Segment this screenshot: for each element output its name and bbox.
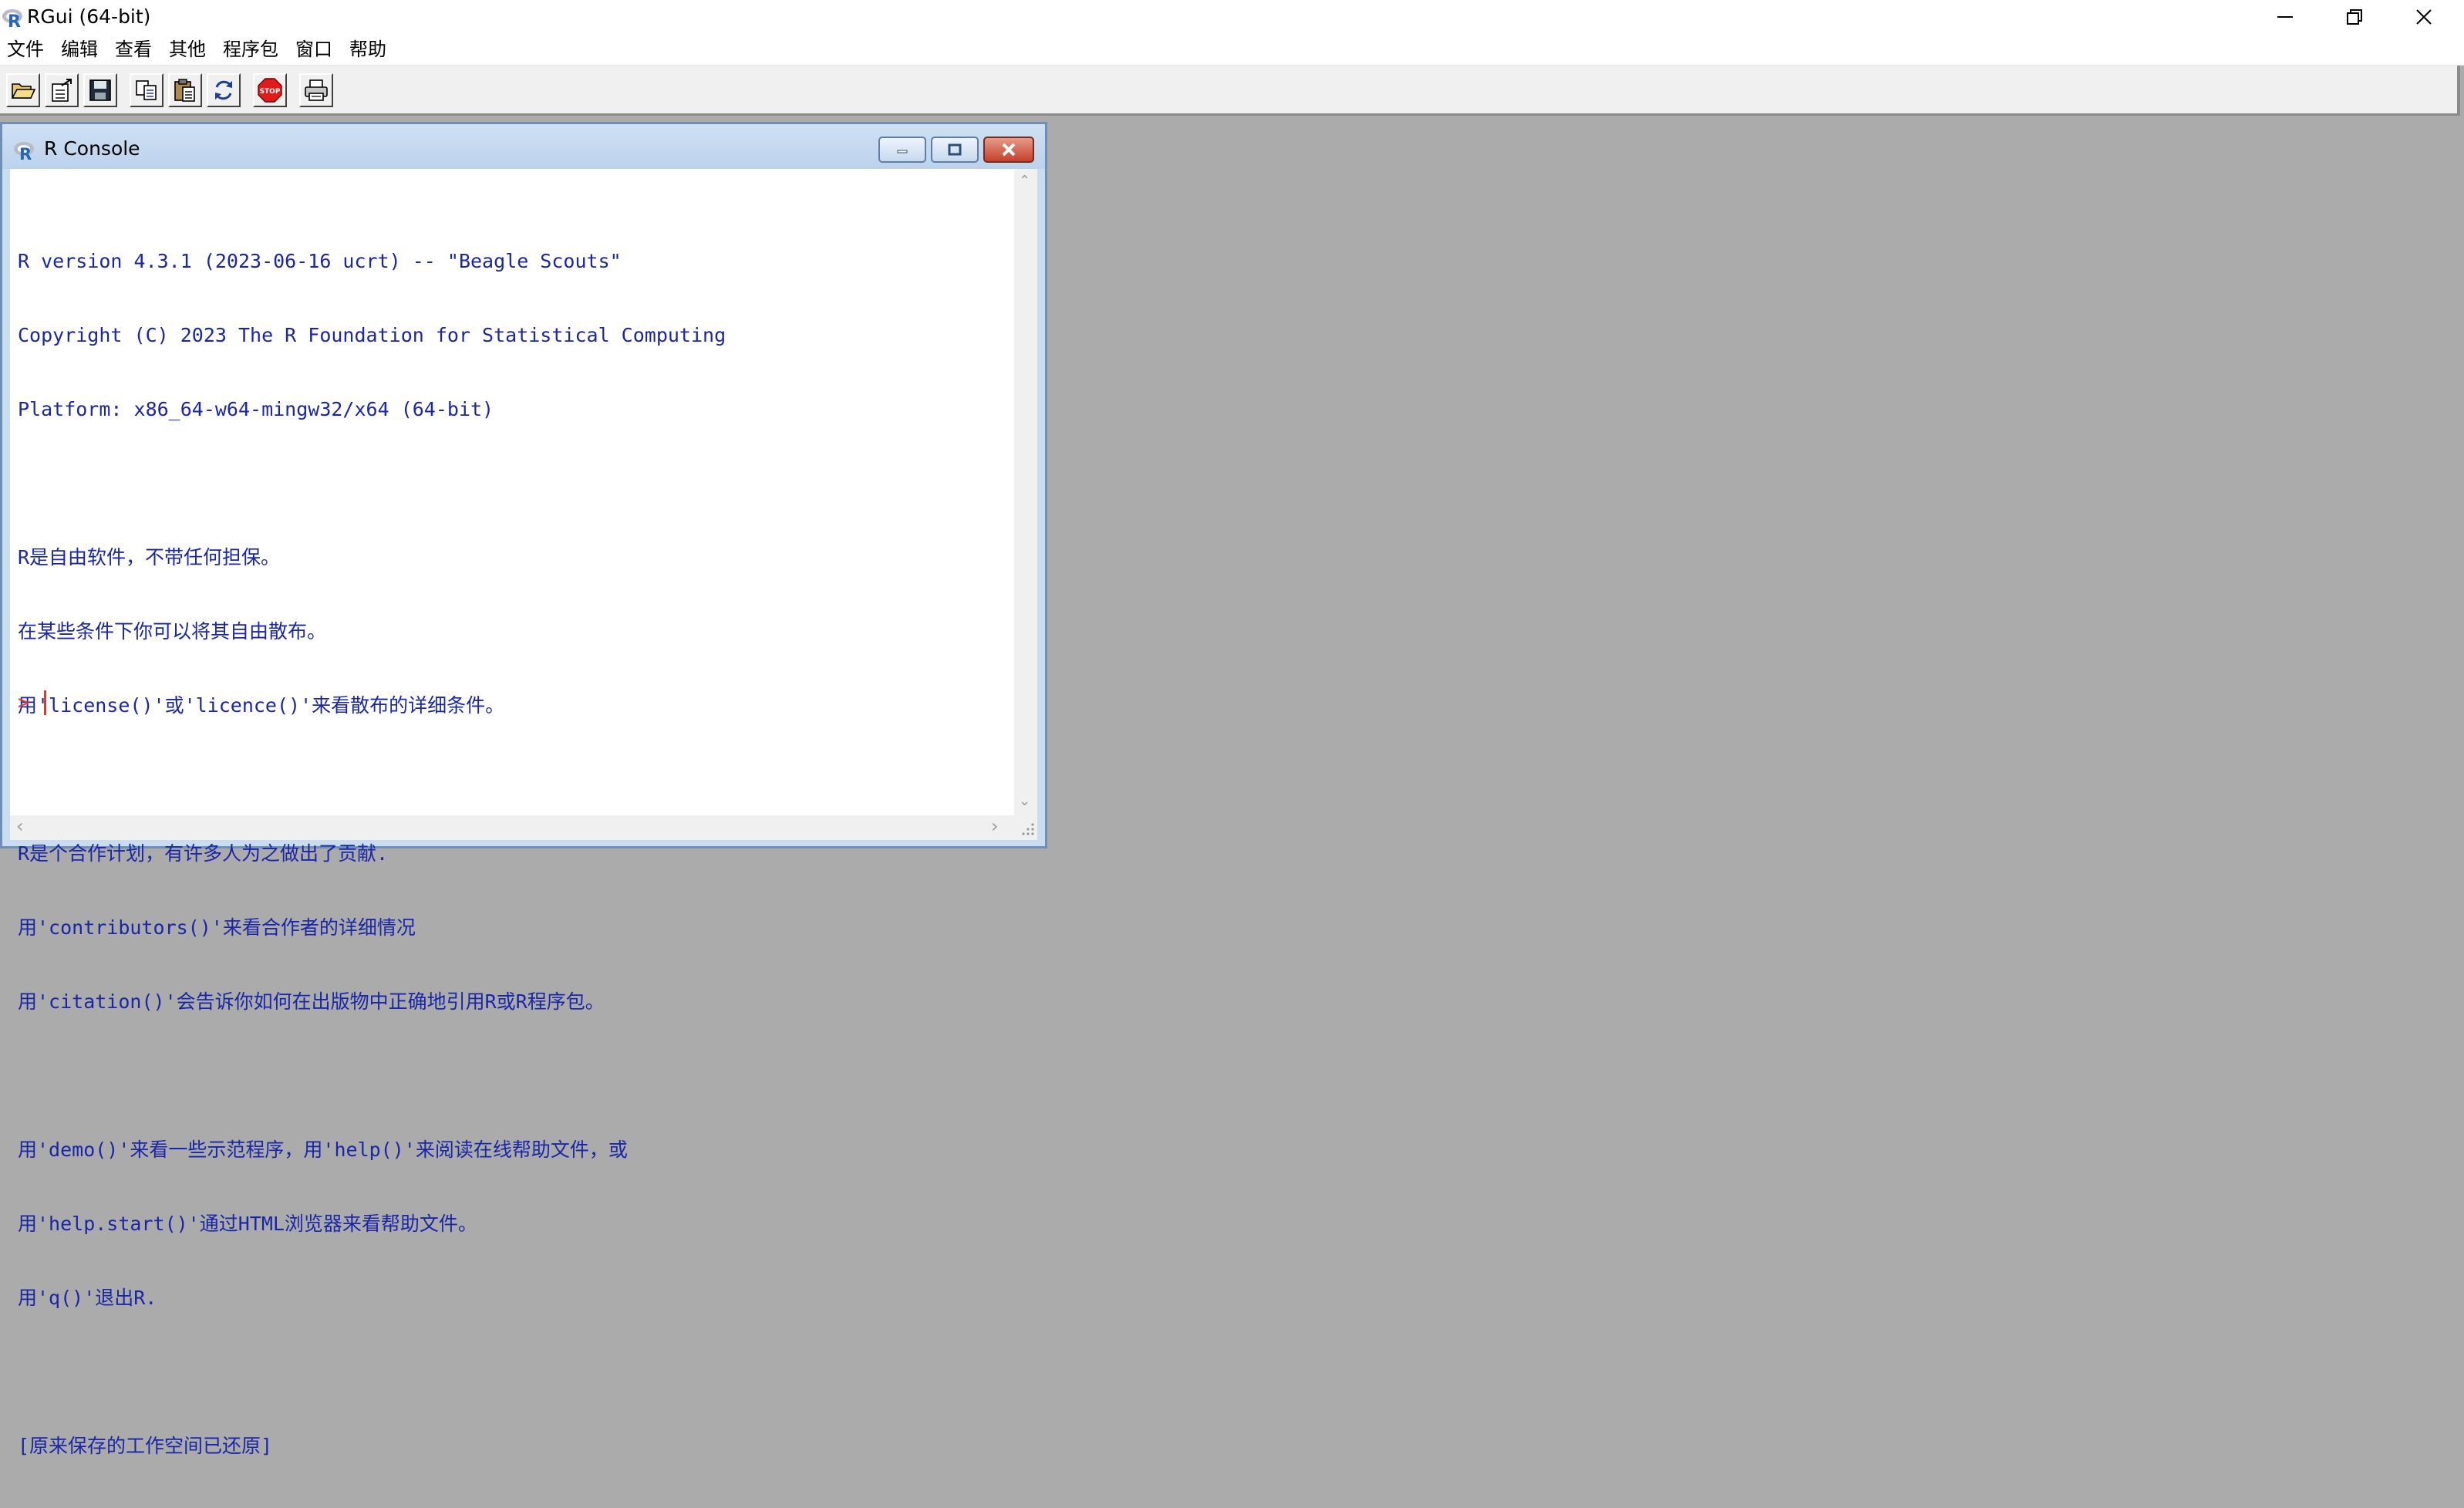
console-titlebar[interactable]: R R Console <box>2 124 1045 169</box>
save-icon <box>89 79 111 101</box>
close-button[interactable] <box>2389 0 2459 34</box>
r-console-window: R R Console R version 4.3.1 (2023-06-16 … <box>0 122 1047 1457</box>
printer-icon <box>305 79 328 101</box>
refresh-icon <box>215 80 232 100</box>
console-restore-button[interactable] <box>931 137 979 163</box>
scroll-up-icon[interactable]: ⌃ <box>1019 174 1030 189</box>
console-line: Platform: x86_64-w64-mingw32/x64 (64-bit… <box>18 398 494 420</box>
restore-icon <box>948 143 962 156</box>
menu-misc[interactable]: 其他 <box>160 34 214 65</box>
minimize-icon <box>897 150 908 153</box>
close-icon <box>1002 143 1016 157</box>
r-logo-icon: R <box>14 142 34 161</box>
minimize-button[interactable] <box>2250 0 2320 34</box>
menu-view[interactable]: 查看 <box>106 34 160 65</box>
app-title: RGui (64-bit) <box>27 5 151 28</box>
console-prompt: > <box>18 691 30 714</box>
open-script-button[interactable] <box>6 73 40 107</box>
text-cursor <box>44 690 46 715</box>
console-line: 用'contributors()'来看合作者的详细情况 <box>18 916 416 939</box>
menu-bar: 文件 编辑 查看 其他 程序包 窗口 帮助 <box>0 34 2464 66</box>
console-line: R version 4.3.1 (2023-06-16 ucrt) -- "Be… <box>18 250 622 272</box>
console-line: 用'help.start()'通过HTML浏览器来看帮助文件。 <box>18 1213 477 1235</box>
stop-button[interactable]: STOP <box>253 73 287 107</box>
menu-file[interactable]: 文件 <box>0 34 52 65</box>
menu-windows[interactable]: 窗口 <box>287 34 341 65</box>
console-line: R是个合作计划，有许多人为之做出了贡献. <box>18 842 389 865</box>
scroll-left-icon[interactable]: ‹ <box>16 817 24 835</box>
svg-text:STOP: STOP <box>260 88 281 96</box>
r-logo-icon: R <box>2 9 22 29</box>
console-title: R Console <box>44 137 140 160</box>
load-workspace-icon <box>52 79 72 102</box>
console-line: 在某些条件下你可以将其自由散布。 <box>18 620 327 643</box>
console-line: [原来保存的工作空间已还原] <box>18 1435 273 1457</box>
save-workspace-button[interactable] <box>83 73 117 107</box>
restore-icon <box>2347 9 2362 25</box>
svg-text:R: R <box>8 12 21 29</box>
console-line: 用'demo()'来看一些示范程序，用'help()'来阅读在线帮助文件，或 <box>18 1139 628 1161</box>
console-line: Copyright (C) 2023 The R Foundation for … <box>18 324 726 346</box>
print-button[interactable] <box>299 73 333 107</box>
close-icon <box>2416 9 2432 25</box>
vertical-scrollbar[interactable]: ⌃ ⌄ <box>1014 169 1037 815</box>
console-line: 用'q()'退出R. <box>18 1287 157 1309</box>
console-line: R是自由软件，不带任何担保。 <box>18 546 281 568</box>
copy-icon <box>136 80 157 100</box>
copy-paste-button[interactable] <box>207 73 241 107</box>
restore-button[interactable] <box>2320 0 2389 34</box>
toolbar: STOP <box>0 66 2460 116</box>
app-titlebar: R RGui (64-bit) <box>0 0 2464 34</box>
console-output-text: R version 4.3.1 (2023-06-16 ucrt) -- "Be… <box>18 200 1013 1508</box>
copy-button[interactable] <box>130 73 163 107</box>
resize-grip-icon[interactable] <box>1017 818 1036 837</box>
console-line: 用'license()'或'licence()'来看散布的详细条件。 <box>18 694 505 717</box>
console-output-area[interactable]: R version 4.3.1 (2023-06-16 ucrt) -- "Be… <box>10 169 1037 1457</box>
scroll-right-icon[interactable]: › <box>991 817 999 835</box>
menu-help[interactable]: 帮助 <box>341 34 395 65</box>
svg-text:R: R <box>19 145 32 161</box>
load-workspace-button[interactable] <box>45 73 79 107</box>
minimize-icon <box>2277 16 2293 18</box>
stop-icon: STOP <box>258 78 282 103</box>
open-folder-icon <box>11 83 35 99</box>
menu-edit[interactable]: 编辑 <box>52 34 106 65</box>
paste-button[interactable] <box>168 73 202 107</box>
console-minimize-button[interactable] <box>878 137 926 163</box>
console-close-button[interactable] <box>983 137 1034 163</box>
console-line: 用'citation()'会告诉你如何在出版物中正确地引用R或R程序包。 <box>18 990 605 1013</box>
paste-icon <box>174 79 195 102</box>
horizontal-scrollbar[interactable]: ‹ › <box>10 815 1037 840</box>
menu-packages[interactable]: 程序包 <box>214 34 287 65</box>
scroll-down-icon[interactable]: ⌄ <box>1019 794 1030 809</box>
